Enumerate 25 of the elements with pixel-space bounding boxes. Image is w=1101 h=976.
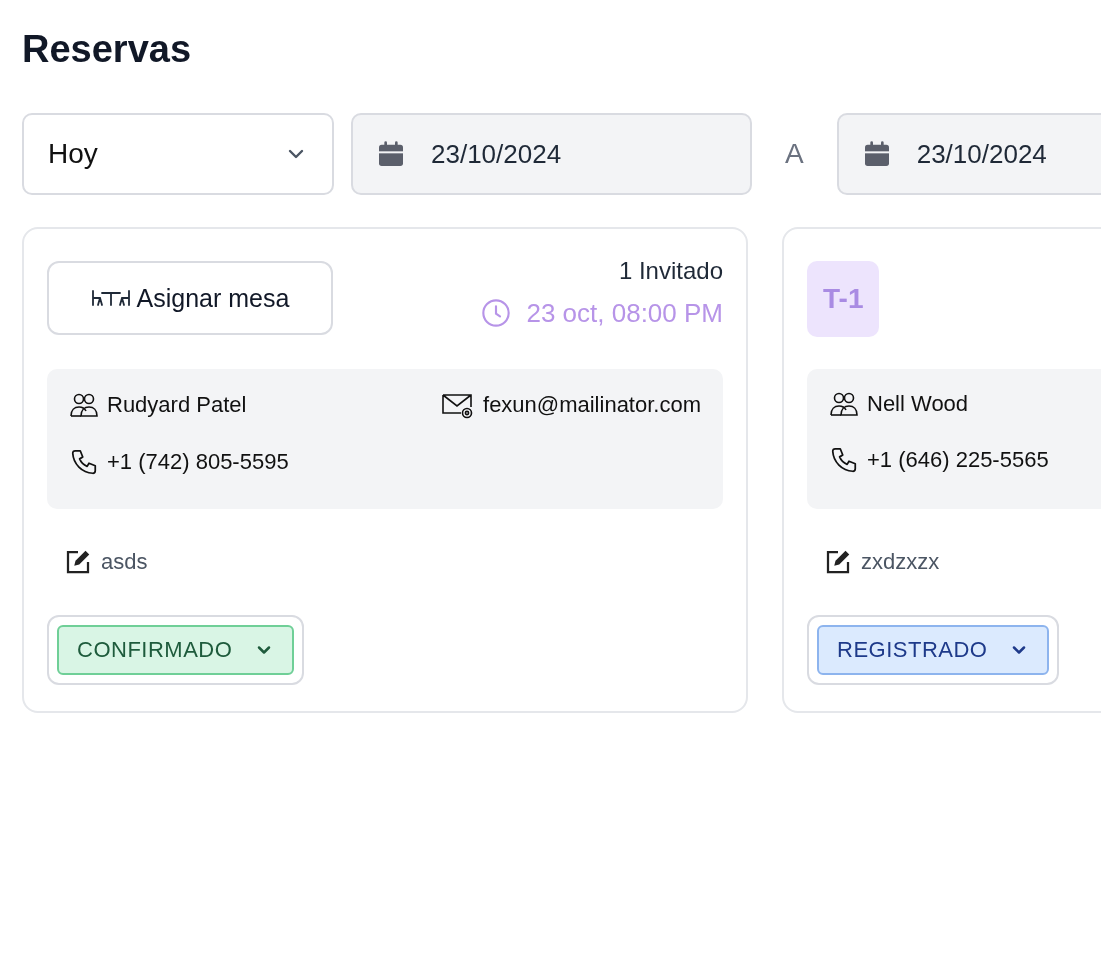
range-select[interactable]: Hoy — [22, 113, 334, 195]
reservation-time: 23 oct, 08:00 PM — [526, 297, 723, 329]
phone-icon — [69, 447, 99, 477]
reservation-note: asds — [101, 549, 148, 575]
assign-table-button[interactable]: Asignar mesa — [47, 261, 333, 335]
status-dropdown[interactable]: REGISTRADO — [817, 625, 1050, 675]
guest-email: fexun@mailinator.com — [483, 392, 701, 418]
clock-icon — [480, 297, 513, 329]
guest-count: 1 Invitado — [618, 257, 723, 285]
email-icon — [441, 391, 475, 419]
phone-icon — [829, 445, 859, 475]
table-badge: T-1 — [807, 261, 880, 337]
range-separator: A — [785, 138, 804, 170]
guest-name: Rudyard Patel — [107, 392, 247, 418]
table-chairs-icon — [90, 288, 131, 308]
people-icon — [829, 391, 859, 417]
guest-phone: +1 (742) 805-5595 — [107, 449, 289, 475]
guest-phone: +1 (646) 225-5565 — [867, 447, 1049, 473]
date-to-field[interactable]: 23/10/2024 — [836, 113, 1101, 195]
date-from-field[interactable]: 23/10/2024 — [351, 113, 752, 195]
status-dropdown[interactable]: CONFIRMADO — [57, 625, 295, 675]
reservation-note: zxdzxzx — [861, 549, 940, 575]
guest-name: Nell Wood — [867, 391, 969, 417]
page-title: Reservas — [22, 27, 193, 72]
people-icon — [69, 392, 99, 418]
